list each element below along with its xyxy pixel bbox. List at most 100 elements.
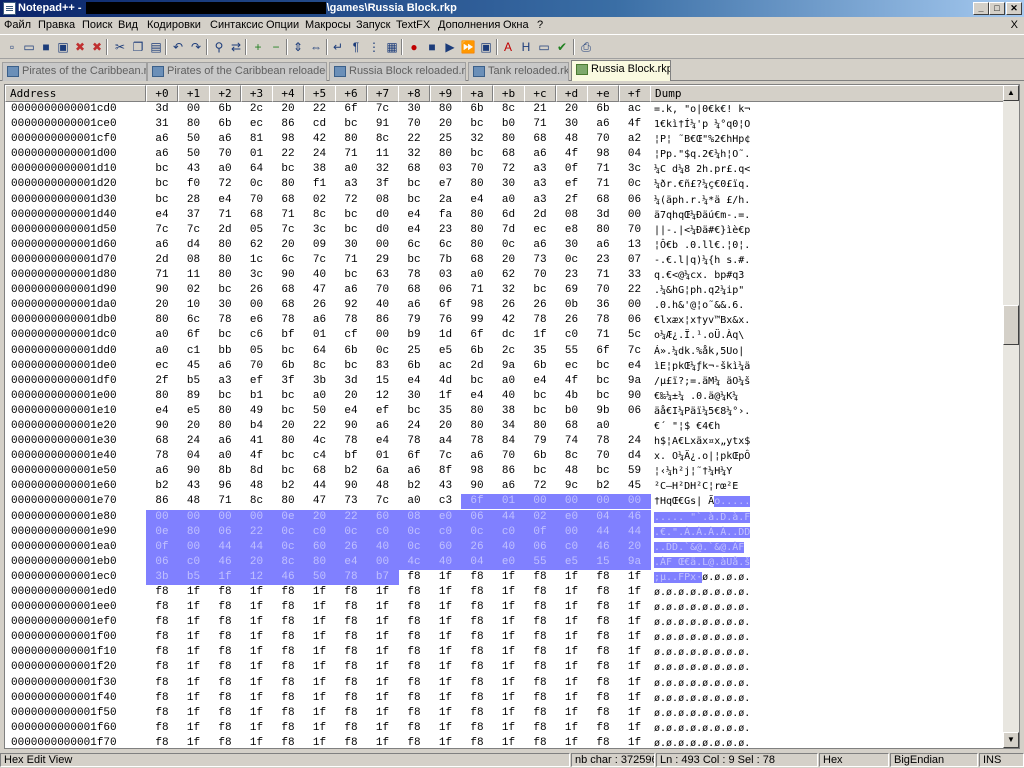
hex-byte[interactable]: 9b (587, 404, 619, 419)
hex-byte[interactable]: f8 (524, 660, 556, 675)
hex-byte[interactable]: 80 (524, 419, 556, 434)
hex-row[interactable]: 0000000000001d00 a6 50 70 01 22 24 71 11 32 80 bc 68… (5, 147, 1005, 162)
hex-byte[interactable]: a6 (335, 283, 367, 298)
hex-byte[interactable]: 62 (493, 268, 525, 283)
row-dump[interactable]: ..... "`.à.D.à.F (654, 510, 777, 525)
hex-byte[interactable]: f8 (272, 660, 304, 675)
hex-byte[interactable]: 4f (619, 117, 651, 132)
hex-byte[interactable]: 48 (556, 132, 588, 147)
hex-byte[interactable]: 1f (430, 585, 462, 600)
save-macro-icon[interactable]: ▣ (478, 39, 494, 55)
menu-3[interactable]: Вид (118, 19, 138, 31)
hex-byte[interactable]: 1f (178, 600, 210, 615)
new-file-icon[interactable]: ▫ (4, 39, 20, 55)
hex-byte[interactable]: f8 (461, 721, 493, 736)
hex-byte[interactable]: bc (335, 117, 367, 132)
hex-byte[interactable]: 7c (619, 344, 651, 359)
hex-byte[interactable]: 80 (146, 313, 178, 328)
hex-byte[interactable]: 6b (209, 117, 241, 132)
hex-byte[interactable]: bc (209, 328, 241, 343)
cut-icon[interactable]: ✂ (112, 39, 128, 55)
hex-byte[interactable]: 00 (367, 238, 399, 253)
hex-byte[interactable]: 0c (398, 524, 430, 540)
hex-byte[interactable]: f8 (335, 706, 367, 721)
hex-byte[interactable]: 00 (619, 208, 651, 223)
hex-byte[interactable]: 1f (619, 676, 651, 691)
column-header-13[interactable]: +d (555, 85, 588, 102)
hex-byte[interactable]: a6 (587, 117, 619, 132)
hex-byte[interactable]: 79 (524, 434, 556, 449)
hex-byte[interactable]: f8 (587, 630, 619, 645)
hex-byte[interactable]: e0 (555, 509, 588, 525)
hex-byte[interactable]: 1c (241, 253, 273, 268)
hex-byte[interactable]: 1f (619, 585, 651, 600)
hex-row[interactable]: 0000000000001d80 71 11 80 3c 90 40 bc 63 78 03 a0 62… (5, 268, 1005, 283)
hex-byte[interactable]: 0e (146, 524, 178, 540)
hex-byte[interactable]: bc (272, 404, 304, 419)
column-header-3[interactable]: +3 (240, 85, 273, 102)
hex-byte[interactable]: 20 (178, 419, 210, 434)
hex-byte[interactable]: f8 (146, 615, 178, 630)
hex-byte[interactable]: 1f (493, 630, 525, 645)
hex-row[interactable]: 0000000000001d20 bc f0 72 0c 80 f1 a3 3f bc e7 80 30… (5, 177, 1005, 192)
hex-byte[interactable]: 9a (493, 359, 525, 374)
row-dump[interactable]: ø.ø.ø.ø.ø.ø.ø.ø. (654, 615, 777, 630)
hex-byte[interactable]: 80 (461, 238, 493, 253)
hex-byte[interactable]: 05 (241, 223, 273, 238)
hex-byte[interactable]: 3d (146, 102, 178, 117)
hex-byte[interactable]: 80 (209, 253, 241, 268)
hex-editor[interactable]: Address +0 +1 +2 +3 +4 +5 +6 +7 +8 +9 +a +b +c +d +e +f… (4, 84, 1020, 749)
hex-row[interactable]: 0000000000001ef0 f8 1f f8 1f f8 1f f8 1f f8 1f f8 1f… (5, 615, 1005, 630)
hex-byte[interactable]: e4 (146, 404, 178, 419)
hex-byte[interactable]: 1f (556, 721, 588, 736)
row-dump[interactable]: =.k, "o|0€k€! k¬ (654, 102, 777, 117)
hex-byte[interactable]: 1f (178, 630, 210, 645)
hex-byte[interactable]: 7c (146, 223, 178, 238)
row-dump[interactable]: ø.ø.ø.ø.ø.ø.ø.ø. (654, 676, 777, 691)
hex-row[interactable]: 0000000000001cf0 a6 50 a6 81 98 42 80 8c 22 25 32 80… (5, 132, 1005, 147)
hex-byte[interactable]: 1f (430, 660, 462, 675)
hex-byte[interactable]: 73 (335, 494, 367, 509)
hex-byte[interactable]: ac (430, 359, 462, 374)
hex-byte[interactable]: 00 (209, 509, 241, 525)
hex-byte[interactable]: 01 (241, 147, 273, 162)
hex-byte[interactable]: 7c (304, 253, 336, 268)
row-dump[interactable]: ¦P¦ ˜B€Œ"%2€hHp¢ (654, 132, 777, 147)
hex-byte[interactable]: 1f (493, 645, 525, 660)
row-dump[interactable]: ¼ðr.€ñ£?¼ç€0£ïq. (654, 177, 777, 192)
hex-byte[interactable]: f8 (146, 691, 178, 706)
hex-byte[interactable]: 1f (556, 630, 588, 645)
hex-byte[interactable]: 1f (241, 585, 273, 600)
hex-byte[interactable]: 86 (272, 117, 304, 132)
hex-byte[interactable]: 40 (429, 554, 462, 570)
hex-byte[interactable]: 1f (304, 630, 336, 645)
hex-byte[interactable]: e4 (146, 208, 178, 223)
hex-byte[interactable]: 78 (461, 434, 493, 449)
hex-byte[interactable]: a3 (524, 177, 556, 192)
hex-byte[interactable]: f8 (587, 706, 619, 721)
hex-byte[interactable]: 23 (430, 223, 462, 238)
hex-byte[interactable]: 86 (493, 464, 525, 479)
hex-byte[interactable]: 9c (556, 479, 588, 494)
hex-byte[interactable]: 64 (304, 344, 336, 359)
dump-column-header[interactable]: Dump (650, 85, 1005, 102)
hex-byte[interactable]: 47 (304, 494, 336, 509)
hex-byte[interactable]: 06 (619, 313, 651, 328)
hex-byte[interactable]: bc (524, 464, 556, 479)
hex-byte[interactable]: f8 (398, 721, 430, 736)
hex-byte[interactable]: 71 (587, 162, 619, 177)
hex-byte[interactable]: a6 (146, 132, 178, 147)
hex-byte[interactable]: 1f (178, 615, 210, 630)
hex-byte[interactable]: 20 (146, 298, 178, 313)
hex-row[interactable]: 0000000000001f50 f8 1f f8 1f f8 1f f8 1f f8 1f f8 1f… (5, 706, 1005, 721)
hex-byte[interactable]: 1f (430, 570, 462, 585)
hex-byte[interactable]: 1f (430, 630, 462, 645)
hex-byte[interactable]: a6 (304, 313, 336, 328)
hex-byte[interactable]: 55 (556, 344, 588, 359)
hex-byte[interactable]: f8 (146, 660, 178, 675)
hex-byte[interactable]: c0 (555, 539, 588, 555)
hex-byte[interactable]: 1f (430, 389, 462, 404)
hex-row[interactable]: 0000000000001e30 68 24 a6 41 80 4c 78 e4 78 a4 78 84… (5, 434, 1005, 449)
tab-2[interactable]: Russia Block reloaded.rkp (329, 62, 466, 81)
hex-byte[interactable]: 63 (367, 268, 399, 283)
